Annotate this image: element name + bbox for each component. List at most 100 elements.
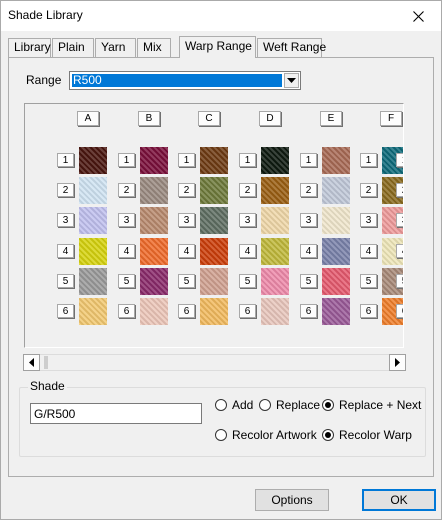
scroll-left-button[interactable]: [23, 354, 40, 371]
horizontal-scrollbar[interactable]: [23, 354, 406, 371]
shade-swatch[interactable]: [322, 238, 350, 265]
shade-swatch[interactable]: [79, 207, 107, 234]
row-number-button[interactable]: 6: [118, 304, 135, 318]
tab-weft-range[interactable]: Weft Range: [257, 38, 326, 57]
column-header[interactable]: D: [259, 111, 281, 126]
shade-swatch[interactable]: [200, 207, 228, 234]
row-number-button[interactable]: 1: [178, 153, 195, 167]
shade-swatch[interactable]: [322, 147, 350, 174]
row-number-button[interactable]: 5: [360, 274, 377, 288]
row-number-button[interactable]: 3: [57, 213, 74, 227]
shade-swatch[interactable]: [140, 177, 168, 204]
row-number-button[interactable]: 3: [239, 213, 256, 227]
shade-swatch[interactable]: [200, 268, 228, 295]
shade-swatch[interactable]: [140, 147, 168, 174]
row-number-button[interactable]: 5: [118, 274, 135, 288]
shade-swatch[interactable]: [79, 298, 107, 325]
row-number-button[interactable]: 1: [239, 153, 256, 167]
shade-swatch[interactable]: [261, 147, 289, 174]
row-number-button[interactable]: 4: [396, 244, 403, 258]
row-number-button[interactable]: 4: [239, 244, 256, 258]
radio-add-dot[interactable]: [215, 399, 227, 411]
column-header[interactable]: B: [138, 111, 160, 126]
radio-replace-next-dot[interactable]: [322, 399, 334, 411]
row-number-button[interactable]: 3: [178, 213, 195, 227]
row-number-button[interactable]: 1: [118, 153, 135, 167]
tab-yarn[interactable]: Yarn: [95, 38, 136, 57]
row-number-button[interactable]: 4: [57, 244, 74, 258]
row-number-button[interactable]: 2: [178, 183, 195, 197]
row-number-button[interactable]: 6: [239, 304, 256, 318]
ok-button[interactable]: OK: [362, 489, 436, 511]
scroll-thumb[interactable]: [44, 356, 48, 369]
row-number-button[interactable]: 5: [396, 274, 403, 288]
column-header[interactable]: E: [320, 111, 342, 126]
row-number-button[interactable]: 2: [118, 183, 135, 197]
shade-swatch[interactable]: [322, 268, 350, 295]
shade-swatch[interactable]: [261, 268, 289, 295]
tab-plain[interactable]: Plain: [52, 38, 94, 57]
tab-library[interactable]: Library: [8, 38, 51, 57]
shade-swatch[interactable]: [200, 147, 228, 174]
radio-replace-dot[interactable]: [259, 399, 271, 411]
row-number-button[interactable]: 6: [300, 304, 317, 318]
shade-swatch[interactable]: [261, 298, 289, 325]
column-header[interactable]: A: [77, 111, 99, 126]
row-number-button[interactable]: 1: [360, 153, 377, 167]
radio-recolor-warp-dot[interactable]: [322, 429, 334, 441]
row-number-button[interactable]: 4: [178, 244, 195, 258]
radio-recolor-artwork-label: Recolor Artwork: [232, 428, 317, 442]
row-number-button[interactable]: 6: [360, 304, 377, 318]
row-number-button[interactable]: 6: [57, 304, 74, 318]
tab-warp-range[interactable]: Warp Range: [179, 36, 256, 58]
row-number-button[interactable]: 5: [57, 274, 74, 288]
row-number-button[interactable]: 1: [300, 153, 317, 167]
shade-swatch[interactable]: [79, 238, 107, 265]
shade-swatch[interactable]: [322, 207, 350, 234]
row-number-button[interactable]: 6: [396, 304, 403, 318]
shade-swatch[interactable]: [140, 207, 168, 234]
shade-swatch[interactable]: [79, 268, 107, 295]
shade-swatch[interactable]: [200, 177, 228, 204]
range-dropdown-button[interactable]: [284, 73, 299, 88]
shade-swatch[interactable]: [140, 298, 168, 325]
shade-swatch[interactable]: [322, 298, 350, 325]
row-number-button[interactable]: 3: [118, 213, 135, 227]
shade-swatch[interactable]: [140, 238, 168, 265]
row-number-button[interactable]: 4: [118, 244, 135, 258]
row-number-button[interactable]: 2: [57, 183, 74, 197]
options-button[interactable]: Options: [255, 489, 329, 511]
shade-swatch[interactable]: [79, 177, 107, 204]
shade-input[interactable]: G/R500: [30, 403, 202, 424]
column-header[interactable]: F: [380, 111, 402, 126]
shade-swatch[interactable]: [261, 207, 289, 234]
shade-swatch[interactable]: [261, 177, 289, 204]
row-number-button[interactable]: 6: [178, 304, 195, 318]
shade-swatch[interactable]: [322, 177, 350, 204]
row-number-button[interactable]: 5: [178, 274, 195, 288]
row-number-button[interactable]: 3: [300, 213, 317, 227]
tab-mix[interactable]: Mix: [137, 38, 171, 57]
scroll-right-button[interactable]: [389, 354, 406, 371]
row-number-button[interactable]: 1: [396, 153, 403, 167]
shade-swatch[interactable]: [261, 238, 289, 265]
row-number-button[interactable]: 4: [360, 244, 377, 258]
row-number-button[interactable]: 2: [300, 183, 317, 197]
range-dropdown[interactable]: R500: [69, 71, 301, 90]
row-number-button[interactable]: 5: [239, 274, 256, 288]
column-header[interactable]: C: [198, 111, 220, 126]
shade-swatch[interactable]: [79, 147, 107, 174]
close-button[interactable]: [395, 1, 441, 31]
row-number-button[interactable]: 3: [360, 213, 377, 227]
shade-swatch[interactable]: [140, 268, 168, 295]
row-number-button[interactable]: 3: [396, 213, 403, 227]
row-number-button[interactable]: 2: [396, 183, 403, 197]
shade-swatch[interactable]: [200, 298, 228, 325]
shade-swatch[interactable]: [200, 238, 228, 265]
row-number-button[interactable]: 2: [239, 183, 256, 197]
row-number-button[interactable]: 5: [300, 274, 317, 288]
row-number-button[interactable]: 1: [57, 153, 74, 167]
row-number-button[interactable]: 4: [300, 244, 317, 258]
row-number-button[interactable]: 2: [360, 183, 377, 197]
radio-recolor-artwork-dot[interactable]: [215, 429, 227, 441]
